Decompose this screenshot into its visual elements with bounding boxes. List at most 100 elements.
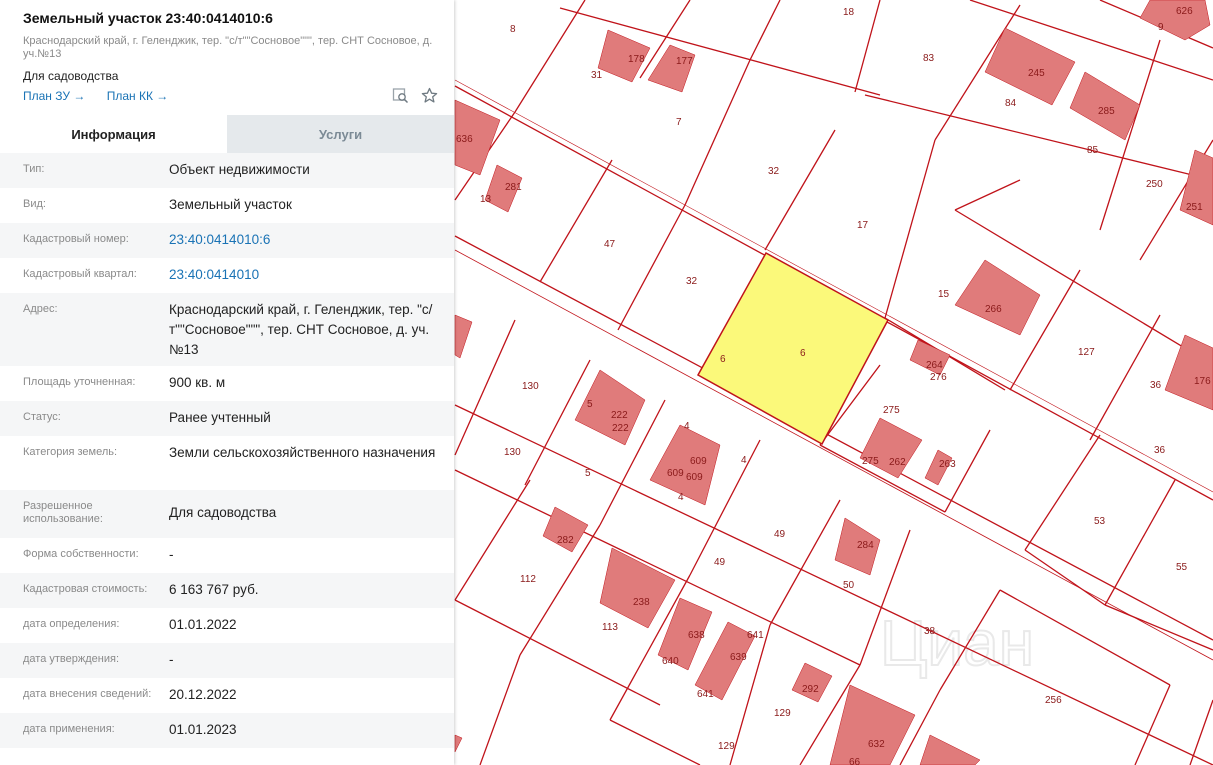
panel-tabs: Информация Услуги — [0, 115, 454, 153]
info-row-kind: Вид: Земельный участок — [0, 188, 454, 223]
info-row-area: Площадь уточненная: 900 кв. м — [0, 366, 454, 401]
parcel-label: 282 — [557, 535, 574, 546]
parcel-label: 112 — [520, 574, 536, 585]
info-row-address: Адрес: Краснодарский край, г. Геленджик, … — [0, 293, 454, 366]
parcel-label: 238 — [633, 597, 650, 608]
parcel-label: 609 — [667, 468, 684, 479]
info-row-type: Тип: Объект недвижимости — [0, 153, 454, 188]
row-label: дата утверждения: — [23, 653, 120, 665]
parcel-label: 47 — [604, 239, 616, 250]
parcel-label: 49 — [774, 529, 786, 540]
parcel-label: 4 — [678, 492, 684, 503]
parcel-label: 178 — [628, 54, 645, 65]
parcel-label: 641 — [747, 630, 764, 641]
tab-services[interactable]: Услуги — [227, 115, 454, 153]
panel-actions — [392, 87, 438, 109]
parcel-label: 15 — [938, 289, 950, 300]
row-value: 20.12.2022 — [169, 687, 237, 702]
parcel-label: 262 — [889, 457, 906, 468]
parcel-label: 129 — [718, 741, 735, 752]
parcel-label: 83 — [923, 53, 935, 64]
parcel-label: 264 — [926, 360, 943, 371]
cadastral-quarter-link[interactable]: 23:40:0414010 — [169, 258, 438, 293]
info-row-cadastral-quarter: Кадастровый квартал: 23:40:0414010 — [0, 258, 454, 293]
cadastral-number-link[interactable]: 23:40:0414010:6 — [169, 223, 438, 258]
parcel-label: 113 — [602, 622, 618, 633]
plan-zu-link[interactable]: План ЗУ → — [23, 89, 85, 103]
parcel-label: 266 — [985, 304, 1002, 315]
star-icon[interactable] — [421, 87, 438, 109]
plan-kk-link[interactable]: План КК → — [107, 89, 169, 103]
info-row-land-category: Категория земель: Земли сельскохозяйствен… — [0, 436, 454, 490]
parcel-label: 222 — [612, 423, 629, 434]
row-value: 6 163 767 руб. — [169, 582, 259, 597]
info-row-date-applied: дата применения: 01.01.2023 — [0, 713, 454, 748]
parcel-label: 50 — [843, 580, 855, 591]
object-address: Краснодарский край, г. Геленджик, тер. "… — [23, 35, 433, 60]
parcel-label: 281 — [505, 182, 522, 193]
info-row-ownership: Форма собственности: - — [0, 538, 454, 573]
parcel-label: 4 — [741, 455, 747, 466]
parcel-label: 129 — [774, 708, 791, 719]
parcel-label: 292 — [802, 684, 819, 695]
parcel-label: 18 — [843, 7, 855, 18]
parcel-label: 38 — [924, 626, 936, 637]
row-label: Статус: — [23, 411, 61, 423]
zoom-to-object-icon[interactable] — [392, 87, 409, 109]
row-label: дата определения: — [23, 618, 120, 630]
parcel-label: 84 — [1005, 98, 1017, 109]
row-value: Земельный участок — [169, 197, 292, 212]
parcel-label: 640 — [662, 656, 679, 667]
row-label: Тип: — [23, 163, 45, 175]
parcel-label: 7 — [676, 117, 682, 128]
parcel-label: 176 — [1194, 376, 1211, 387]
parcel-label: 638 — [688, 630, 705, 641]
parcel-label: 13 — [480, 194, 492, 205]
parcel-label: 263 — [939, 459, 956, 470]
parcel-label: 5 — [585, 468, 591, 479]
parcel-label: 641 — [697, 689, 714, 700]
parcel-label: 632 — [868, 739, 885, 750]
parcel-label: 66 — [849, 757, 861, 765]
row-label: дата применения: — [23, 723, 115, 735]
parcel-label: 5 — [587, 399, 593, 410]
row-label: Кадастровый квартал: — [23, 268, 137, 280]
parcel-label: 6 — [800, 348, 806, 359]
row-value: 01.01.2023 — [169, 722, 237, 737]
parcel-label: 130 — [504, 447, 521, 458]
parcel-label: 256 — [1045, 695, 1062, 706]
tab-information[interactable]: Информация — [0, 115, 227, 153]
selected-parcel[interactable] — [696, 251, 890, 446]
info-row-cadastral-number: Кадастровый номер: 23:40:0414010:6 — [0, 223, 454, 258]
info-row-cadastral-value: Кадастровая стоимость: 6 163 767 руб. — [0, 573, 454, 608]
parcel-label: 36 — [1150, 380, 1162, 391]
row-value: Ранее учтенный — [169, 410, 271, 425]
row-value: Для садоводства — [169, 505, 277, 520]
panel-header: Земельный участок 23:40:0414010:6 Красно… — [0, 0, 454, 115]
parcel-label: 626 — [1176, 6, 1193, 17]
row-label: дата внесения сведений: — [23, 688, 152, 700]
parcel-label: 130 — [522, 381, 539, 392]
row-label: Кадастровый номер: — [23, 233, 129, 245]
row-label: Площадь уточненная: — [23, 376, 136, 388]
row-label: Разрешенное использование: — [23, 500, 103, 525]
parcel-label: 276 — [930, 372, 947, 383]
row-label: Форма собственности: — [23, 548, 139, 560]
parcel-label: 53 — [1094, 516, 1106, 527]
parcel-label: 49 — [714, 557, 726, 568]
object-usage: Для садоводства — [23, 69, 119, 83]
object-info-panel: Земельный участок 23:40:0414010:6 Красно… — [0, 0, 454, 765]
row-label: Категория земель: — [23, 446, 118, 458]
parcel-label: 85 — [1087, 145, 1099, 156]
row-value: Краснодарский край, г. Геленджик, тер. "… — [169, 302, 433, 357]
parcel-label: 245 — [1028, 68, 1045, 79]
parcel-label: 251 — [1186, 202, 1203, 213]
info-row-date-approved: дата утверждения: - — [0, 643, 454, 678]
row-label: Адрес: — [23, 303, 58, 315]
info-row-status: Статус: Ранее учтенный — [0, 401, 454, 436]
parcel-label: 275 — [883, 405, 900, 416]
parcel-label: 285 — [1098, 106, 1115, 117]
row-value: Земли сельскохозяйственного назначения — [169, 445, 436, 460]
parcel-label: 9 — [1158, 22, 1164, 33]
parcel-label: 32 — [768, 166, 780, 177]
